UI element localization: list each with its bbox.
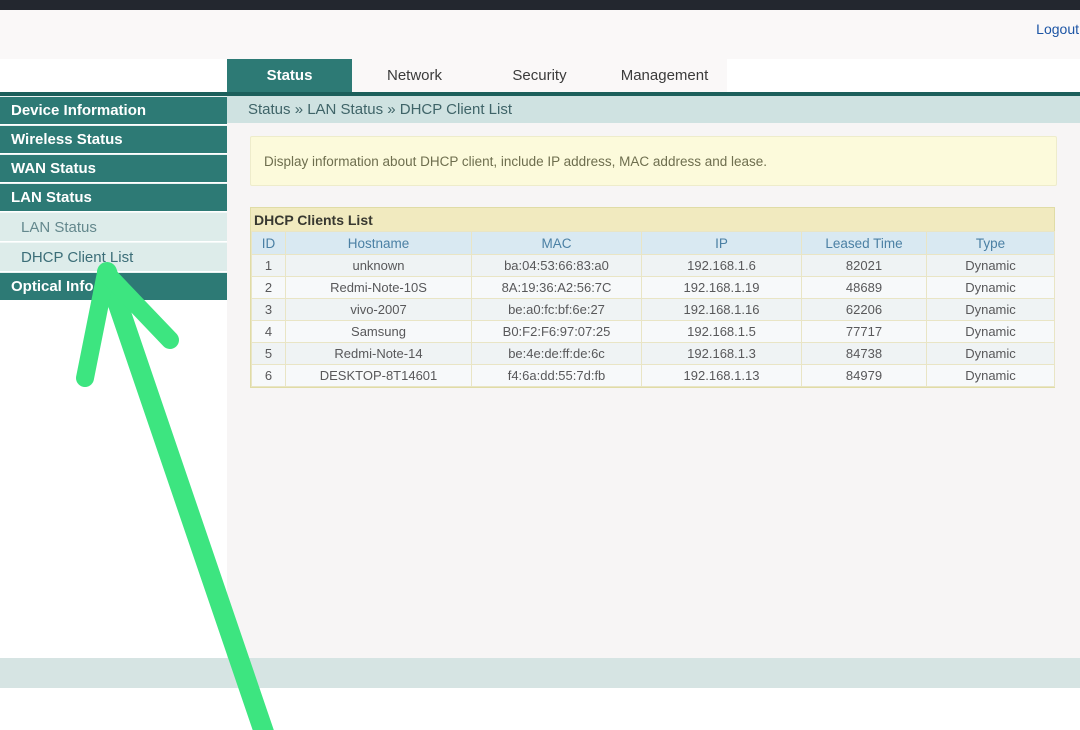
table-row: 6DESKTOP-8T14601f4:6a:dd:55:7d:fb192.168… [252,365,1055,387]
cell-hostname: DESKTOP-8T14601 [286,365,472,387]
cell-ip: 192.168.1.13 [642,365,802,387]
cell-id: 4 [252,321,286,343]
column-header-type: Type [927,232,1055,255]
cell-id: 2 [252,277,286,299]
cell-ip: 192.168.1.19 [642,277,802,299]
cell-type: Dynamic [927,255,1055,277]
cell-ip: 192.168.1.16 [642,299,802,321]
cell-id: 6 [252,365,286,387]
table-row: 5Redmi-Note-14be:4e:de:ff:de:6c192.168.1… [252,343,1055,365]
cell-id: 5 [252,343,286,365]
cell-hostname: vivo-2007 [286,299,472,321]
cell-id: 3 [252,299,286,321]
cell-type: Dynamic [927,365,1055,387]
cell-hostname: Samsung [286,321,472,343]
table-row: 1unknownba:04:53:66:83:a0192.168.1.68202… [252,255,1055,277]
sidebar-menu: Device InformationWireless StatusWAN Sta… [0,96,227,301]
cell-leased-time: 48689 [802,277,927,299]
content-background [227,123,1080,658]
table-row: 2Redmi-Note-10S8A:19:36:A2:56:7C192.168.… [252,277,1055,299]
cell-ip: 192.168.1.3 [642,343,802,365]
tab-management[interactable]: Management [602,59,727,92]
info-box-text: Display information about DHCP client, i… [264,154,767,169]
breadcrumb-bar: Status » LAN Status » DHCP Client List [227,96,1080,123]
table-header-row: IDHostnameMACIPLeased TimeType [252,232,1055,255]
cell-mac: f4:6a:dd:55:7d:fb [472,365,642,387]
sidebar-item-optical-info[interactable]: Optical Info [0,272,227,300]
cell-mac: be:4e:de:ff:de:6c [472,343,642,365]
cell-hostname: unknown [286,255,472,277]
table-title: DHCP Clients List [251,208,1054,231]
cell-leased-time: 62206 [802,299,927,321]
sidebar-item-wan-status[interactable]: WAN Status [0,154,227,182]
cell-mac: ba:04:53:66:83:a0 [472,255,642,277]
table-row: 3vivo-2007be:a0:fc:bf:6e:27192.168.1.166… [252,299,1055,321]
cell-ip: 192.168.1.6 [642,255,802,277]
column-header-hostname: Hostname [286,232,472,255]
column-header-ip: IP [642,232,802,255]
cell-hostname: Redmi-Note-14 [286,343,472,365]
column-header-leased-time: Leased Time [802,232,927,255]
tab-network[interactable]: Network [352,59,477,92]
cell-type: Dynamic [927,277,1055,299]
cell-type: Dynamic [927,343,1055,365]
browser-top-bar [0,0,1080,10]
router-admin-page: Logout StatusNetworkSecurityManagement S… [0,0,1080,730]
dhcp-clients-table: IDHostnameMACIPLeased TimeType1unknownba… [251,231,1055,387]
breadcrumb: Status » LAN Status » DHCP Client List [248,101,512,118]
cell-type: Dynamic [927,321,1055,343]
main-nav-tabs: StatusNetworkSecurityManagement [227,59,727,92]
tab-security[interactable]: Security [477,59,602,92]
sidebar-item-dhcp-client-list-sub[interactable]: DHCP Client List [0,242,227,271]
logout-link[interactable]: Logout [1036,21,1079,37]
cell-leased-time: 84979 [802,365,927,387]
column-header-id: ID [252,232,286,255]
sidebar-item-device-information[interactable]: Device Information [0,96,227,124]
cell-mac: be:a0:fc:bf:6e:27 [472,299,642,321]
cell-leased-time: 77717 [802,321,927,343]
table-row: 4SamsungB0:F2:F6:97:07:25192.168.1.57771… [252,321,1055,343]
tab-status[interactable]: Status [227,59,352,92]
cell-leased-time: 84738 [802,343,927,365]
cell-id: 1 [252,255,286,277]
info-box: Display information about DHCP client, i… [250,136,1057,186]
cell-mac: B0:F2:F6:97:07:25 [472,321,642,343]
sidebar-item-lan-status-sub[interactable]: LAN Status [0,212,227,241]
cell-type: Dynamic [927,299,1055,321]
sidebar-item-wireless-status[interactable]: Wireless Status [0,125,227,153]
cell-ip: 192.168.1.5 [642,321,802,343]
cell-leased-time: 82021 [802,255,927,277]
sidebar-item-lan-status[interactable]: LAN Status [0,183,227,211]
column-header-mac: MAC [472,232,642,255]
cell-mac: 8A:19:36:A2:56:7C [472,277,642,299]
footer-band [0,658,1080,688]
dhcp-clients-section: DHCP Clients List IDHostnameMACIPLeased … [250,207,1055,388]
cell-hostname: Redmi-Note-10S [286,277,472,299]
header-background [0,10,1080,59]
